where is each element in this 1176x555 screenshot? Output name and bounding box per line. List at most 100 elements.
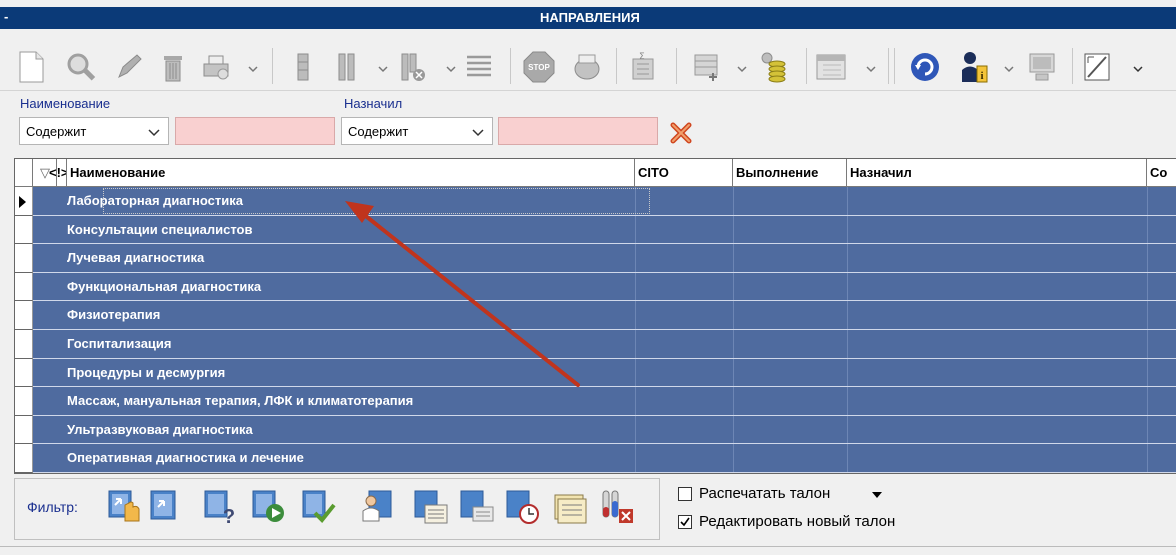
cell-divider — [733, 301, 734, 329]
column-header-assigned[interactable]: Назначил — [847, 159, 1147, 186]
user-info-icon[interactable]: i — [958, 50, 992, 84]
toolbar-separator — [888, 48, 889, 84]
frame-icon[interactable] — [1080, 50, 1114, 84]
toolbar-separator — [806, 48, 807, 84]
new-icon[interactable] — [14, 50, 48, 84]
table-row[interactable]: Лабораторная диагностика — [15, 187, 1176, 216]
print-dropdown-icon[interactable] — [248, 62, 258, 73]
row-indicator[interactable] — [15, 244, 33, 273]
row-indicator[interactable] — [15, 415, 33, 445]
row-cells[interactable] — [33, 301, 1176, 330]
toolbar-separator — [676, 48, 677, 84]
coins-icon[interactable] — [756, 50, 790, 84]
directions-grid[interactable]: ▽ <!> Наименование CITO Выполнение Назна… — [14, 158, 1176, 474]
window-title: НАПРАВЛЕНИЯ — [540, 10, 640, 25]
row-cells[interactable] — [33, 330, 1176, 359]
filter-play-icon[interactable] — [251, 487, 285, 527]
clear-filter-icon[interactable] — [669, 121, 693, 148]
chevron-down-icon — [472, 126, 484, 141]
delete-icon[interactable] — [156, 50, 190, 84]
table-row[interactable]: Физиотерапия — [15, 301, 1176, 330]
filter-documents-icon[interactable] — [553, 487, 587, 527]
row-name: Функциональная диагностика — [67, 278, 262, 294]
columns-dropdown-icon[interactable] — [378, 62, 388, 73]
table-row[interactable]: Оперативная диагностика и лечение — [15, 444, 1176, 473]
calendar-dropdown-icon[interactable] — [866, 62, 876, 73]
table-row[interactable]: Ультразвуковая диагностика — [15, 415, 1176, 445]
cell-divider — [1147, 415, 1148, 444]
expand-marker[interactable]: <!> — [47, 159, 67, 186]
monitor-icon[interactable] — [1026, 50, 1060, 84]
table-row[interactable]: Массаж, мануальная терапия, ЛФК и климат… — [15, 387, 1176, 416]
title-dash: - — [4, 9, 9, 24]
column-header-name[interactable]: Наименование — [67, 159, 635, 186]
table-row[interactable]: Госпитализация — [15, 330, 1176, 359]
user-info-dropdown-icon[interactable] — [1004, 62, 1014, 73]
row-indicator[interactable] — [15, 330, 33, 359]
print-ticket-label: Распечатать талон — [699, 485, 831, 502]
columns-icon[interactable] — [330, 50, 364, 84]
calendar-icon[interactable] — [814, 50, 848, 84]
refresh-icon[interactable] — [908, 50, 942, 84]
row-name: Физиотерапия — [67, 307, 161, 323]
cell-divider — [1147, 272, 1148, 301]
name-filter-input[interactable] — [175, 117, 335, 145]
add-row-dropdown-icon[interactable] — [737, 62, 747, 73]
list-icon[interactable] — [462, 50, 496, 84]
column-icon[interactable] — [286, 50, 320, 84]
table-row[interactable]: Процедуры и десмургия — [15, 358, 1176, 388]
table-row[interactable]: Консультации специалистов — [15, 215, 1176, 245]
search-icon[interactable] — [64, 50, 98, 84]
name-mode-value: Содержит — [26, 124, 87, 139]
filter-page-icon[interactable] — [147, 487, 181, 527]
cell-divider — [847, 415, 848, 444]
assigned-mode-select[interactable]: Содержит — [341, 117, 493, 145]
edit-icon[interactable] — [112, 50, 146, 84]
stop-icon[interactable]: STOP — [522, 50, 556, 84]
cell-divider — [1147, 301, 1148, 329]
row-indicator[interactable] — [15, 301, 33, 330]
window-title-bar: - НАПРАВЛЕНИЯ — [0, 7, 1176, 29]
chevron-down-icon — [148, 126, 160, 141]
toolbar-separator — [616, 48, 617, 84]
row-indicator[interactable] — [15, 444, 33, 473]
columns-cancel-dropdown-icon[interactable] — [446, 62, 456, 73]
svg-text:i: i — [980, 70, 983, 82]
add-row-icon[interactable] — [690, 50, 724, 84]
table-row[interactable]: Лучевая диагностика — [15, 244, 1176, 273]
cell-divider — [733, 330, 734, 358]
assigned-filter-input[interactable] — [498, 117, 658, 145]
export-icon[interactable] — [570, 50, 604, 84]
table-row[interactable]: Функциональная диагностика — [15, 272, 1176, 302]
print-icon[interactable] — [200, 50, 234, 84]
row-name: Процедуры и десмургия — [67, 364, 226, 380]
row-name: Ультразвуковая диагностика — [67, 421, 253, 437]
column-header-created[interactable]: Со — [1147, 159, 1176, 186]
filter-check-icon[interactable] — [301, 487, 336, 527]
row-indicator[interactable] — [15, 215, 33, 245]
columns-cancel-icon[interactable] — [396, 50, 430, 84]
name-mode-select[interactable]: Содержит — [19, 117, 169, 145]
sum-icon[interactable]: Σ — [626, 50, 660, 84]
column-header-cito[interactable]: CITO — [635, 159, 733, 186]
header-indicator — [15, 159, 33, 186]
filter-question-icon[interactable]: ? — [203, 487, 237, 528]
row-cells[interactable] — [33, 244, 1176, 273]
frame-dropdown-icon[interactable] — [1133, 62, 1143, 73]
edit-ticket-checkbox[interactable] — [678, 515, 692, 529]
row-indicator[interactable] — [15, 358, 33, 388]
row-indicator[interactable] — [15, 387, 33, 416]
column-header-execution[interactable]: Выполнение — [733, 159, 847, 186]
filter-hand-icon[interactable] — [107, 487, 141, 527]
row-indicator[interactable] — [15, 187, 33, 216]
row-indicator[interactable] — [15, 272, 33, 302]
svg-text:STOP: STOP — [528, 63, 550, 72]
filter-form-icon[interactable] — [413, 487, 448, 527]
filter-doctor-icon[interactable] — [361, 487, 395, 527]
print-ticket-dropdown-icon[interactable] — [871, 488, 883, 503]
cell-divider — [733, 272, 734, 301]
print-ticket-checkbox[interactable] — [678, 487, 692, 501]
filter-tubes-cancel-icon[interactable] — [599, 487, 633, 527]
filter-list-icon[interactable] — [459, 487, 494, 527]
filter-clock-icon[interactable] — [505, 487, 539, 527]
